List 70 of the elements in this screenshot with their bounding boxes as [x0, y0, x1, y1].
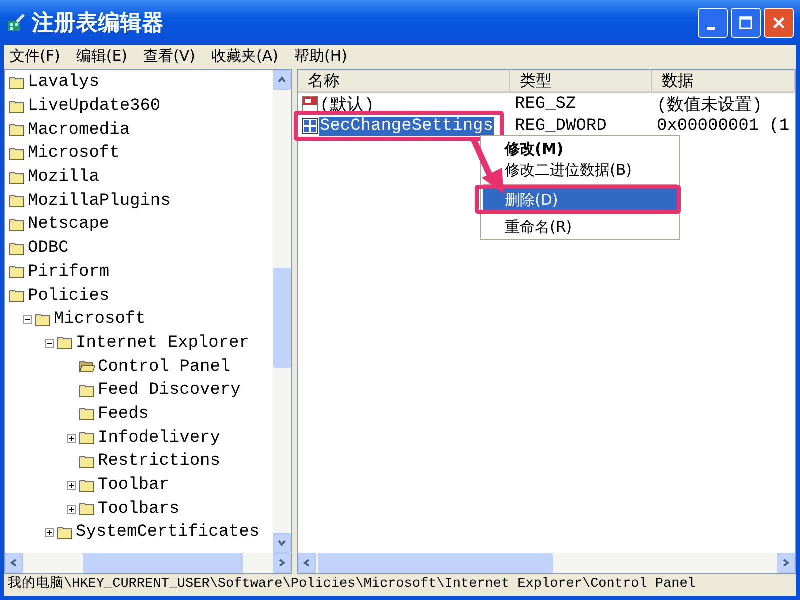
value-name[interactable]: SecChangeSettings	[319, 116, 494, 136]
tree-item[interactable]: Policies	[28, 286, 110, 306]
caret-icon	[781, 558, 791, 568]
context-menu-item[interactable]: 修改(M)	[483, 138, 677, 159]
tree-item[interactable]: MozillaPlugins	[28, 192, 171, 211]
tree-item[interactable]: Mozilla	[28, 168, 100, 188]
tree-item[interactable]: LiveUpdate360	[28, 97, 161, 116]
tree-item[interactable]: Internet Explorer	[76, 334, 250, 353]
scroll-left-button[interactable]	[5, 553, 23, 573]
collapse-icon[interactable]	[45, 338, 54, 348]
tree-item[interactable]: Control Panel	[98, 358, 231, 377]
menu-item[interactable]: 查看(V)	[144, 46, 196, 66]
tree-item[interactable]: Toolbars	[98, 500, 180, 519]
value-data: (数值未设置)	[656, 95, 764, 116]
tree-item[interactable]: Netscape	[28, 215, 110, 234]
tree-item[interactable]: Piriform	[28, 262, 110, 282]
binary-value-icon	[302, 118, 318, 134]
value-type: REG_DWORD	[514, 116, 608, 136]
value-type: REG_SZ	[514, 94, 578, 114]
string-value-icon	[302, 96, 318, 112]
status-bar: 我的电脑\HKEY_CURRENT_USER\Software\Policies\Microsoft\Internet Explorer\Control Panel	[4, 574, 796, 596]
close-button[interactable]	[764, 8, 794, 38]
tree-item[interactable]: Feed Discovery	[98, 381, 241, 400]
scroll-right-button[interactable]	[777, 553, 795, 573]
scroll-thumb[interactable]	[273, 268, 291, 368]
menu-item[interactable]: 帮助(H)	[294, 46, 348, 66]
tree-item[interactable]: Microsoft	[54, 310, 146, 330]
tree-item[interactable]: Microsoft	[28, 144, 120, 164]
minimize-button[interactable]	[698, 8, 728, 38]
context-menu-item[interactable]: 重命名(R)	[483, 216, 677, 237]
caret-icon	[302, 558, 312, 568]
caret-icon	[277, 75, 287, 85]
context-menu-item[interactable]: 修改二进位数据(B)	[483, 159, 677, 180]
value-data: 0x00000001 (1	[656, 116, 791, 136]
scroll-thumb[interactable]	[83, 553, 243, 573]
tree-item[interactable]: Macromedia	[28, 120, 130, 140]
minimize-icon	[707, 27, 715, 30]
menu-item[interactable]: 编辑(E)	[76, 46, 128, 66]
column-header[interactable]: 类型	[510, 70, 652, 91]
context-menu-item[interactable]: 删除(D)	[483, 189, 677, 210]
horizontal-scrollbar[interactable]	[298, 553, 795, 573]
close-icon	[771, 14, 787, 30]
collapse-icon[interactable]	[23, 315, 32, 324]
scroll-up-button[interactable]	[273, 70, 291, 90]
scroll-down-button[interactable]	[273, 533, 291, 553]
scroll-thumb[interactable]	[318, 553, 553, 573]
tree-item[interactable]: Toolbar	[98, 476, 170, 496]
expand-icon[interactable]	[67, 504, 76, 514]
menu-item[interactable]: 收藏夹(A)	[212, 46, 278, 66]
tree-item[interactable]: SystemCertificates	[76, 523, 260, 542]
tree-item[interactable]: Feeds	[98, 404, 150, 424]
expand-icon[interactable]	[67, 481, 76, 490]
tree-item[interactable]: ODBC	[28, 239, 69, 258]
window-title: 注册表编辑器	[32, 10, 165, 38]
horizontal-scrollbar[interactable]	[5, 553, 291, 573]
maximize-icon	[738, 14, 754, 30]
expand-icon[interactable]	[45, 528, 54, 538]
tree-item[interactable]: Lavalys	[28, 73, 100, 92]
vertical-scrollbar[interactable]	[273, 70, 291, 553]
tree-item[interactable]: Infodelivery	[98, 428, 220, 448]
scroll-right-button[interactable]	[273, 553, 291, 573]
tree-item[interactable]: Restrictions	[98, 452, 220, 472]
menu-item[interactable]: 文件(F)	[10, 46, 60, 66]
scroll-left-button[interactable]	[298, 553, 316, 573]
registry-icon	[6, 12, 26, 32]
caret-icon	[9, 558, 19, 568]
column-header[interactable]: 名称	[298, 70, 510, 91]
maximize-button[interactable]	[731, 8, 761, 38]
expand-icon[interactable]	[67, 434, 76, 443]
column-header[interactable]: 数据	[652, 70, 795, 91]
